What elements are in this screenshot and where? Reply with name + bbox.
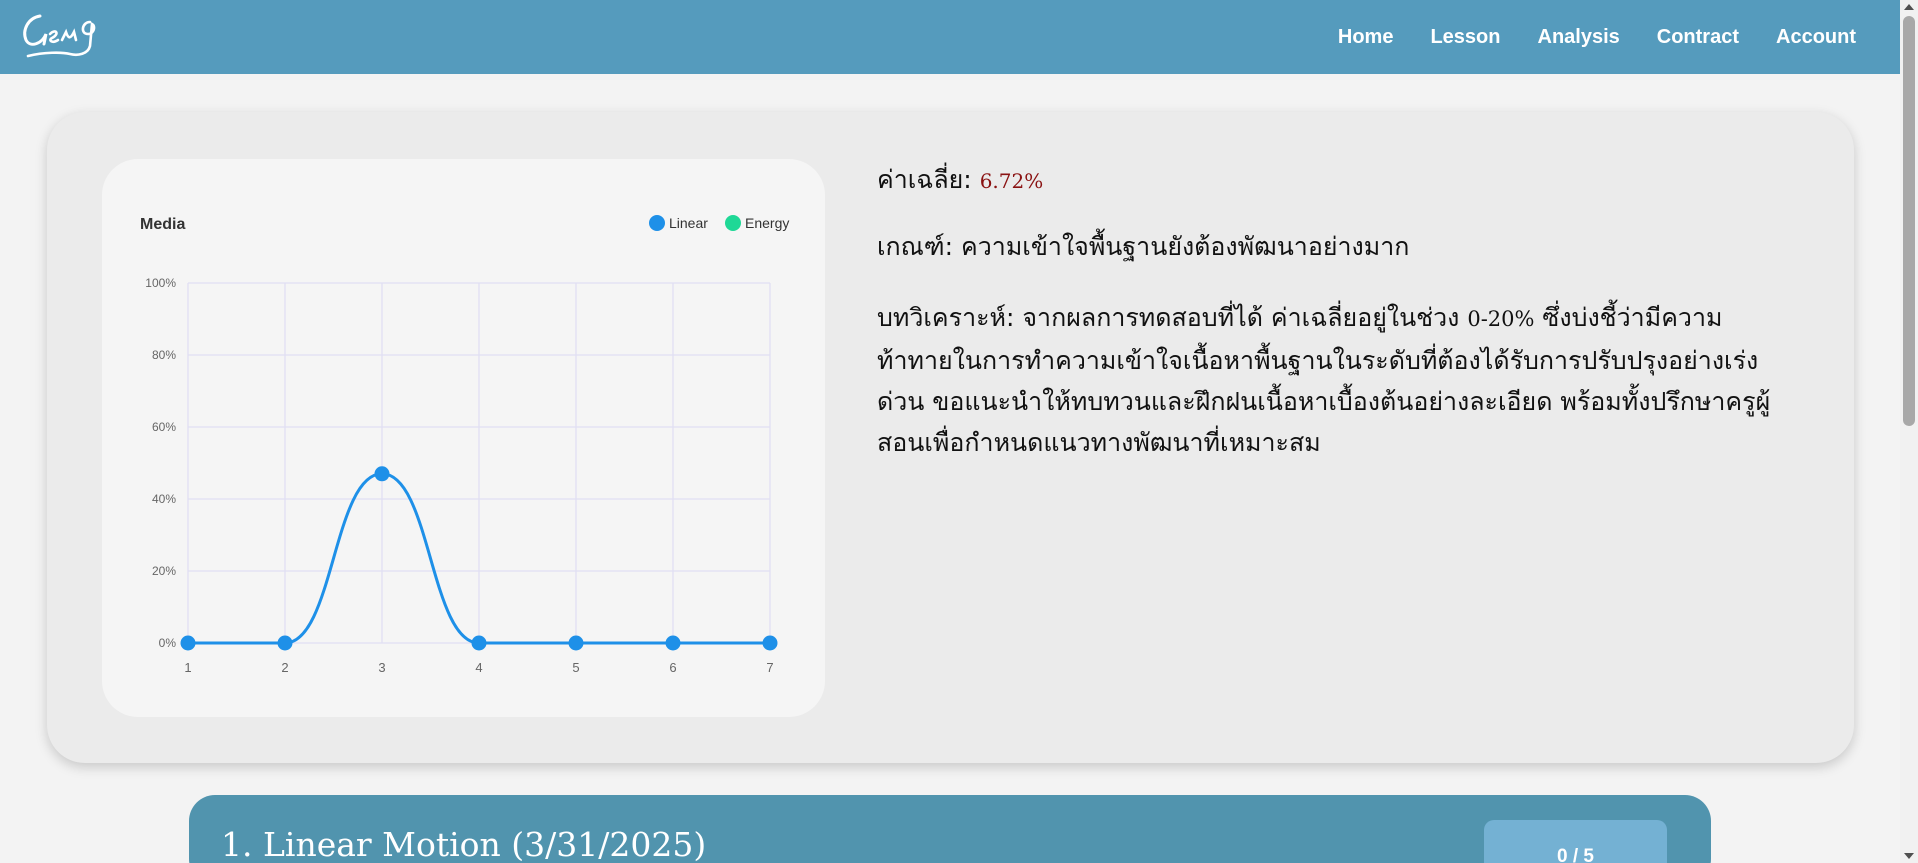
nav-home[interactable]: Home xyxy=(1338,26,1394,49)
line-chart: 0% 20% 40% 60% 80% 100% 1 2 3 4 5 6 7 Media Linear En… xyxy=(140,215,789,675)
nav-contract[interactable]: Contract xyxy=(1657,26,1739,49)
legend-marker-linear xyxy=(649,215,665,231)
x-tick-label: 5 xyxy=(572,660,579,675)
data-point[interactable] xyxy=(471,635,487,651)
y-tick-label: 100% xyxy=(145,276,176,290)
data-point[interactable] xyxy=(665,635,681,651)
page-scrollbar[interactable] xyxy=(1900,0,1918,863)
legend-marker-energy xyxy=(725,215,741,231)
lesson-title[interactable]: 1. Linear Motion (3/31/2025) xyxy=(221,825,706,863)
logo[interactable] xyxy=(18,4,118,64)
nav-lesson[interactable]: Lesson xyxy=(1430,26,1500,49)
data-point[interactable] xyxy=(277,635,293,651)
data-point[interactable] xyxy=(762,635,778,651)
average-row: ค่าเฉลี่ย: 6.72% xyxy=(877,160,1777,201)
analysis-range: 0-20% xyxy=(1467,307,1535,331)
criteria-text: ความเข้าใจพื้นฐานยังต้องพัฒนาอย่างมาก xyxy=(961,232,1410,261)
y-tick-label: 80% xyxy=(152,348,176,362)
data-point[interactable] xyxy=(374,466,390,482)
top-navbar: Home Lesson Analysis Contract Account xyxy=(0,0,1900,74)
analysis-paragraph: บทวิเคราะห์: จากผลการทดสอบที่ได้ ค่าเฉลี… xyxy=(877,297,1777,463)
x-tick-label: 7 xyxy=(766,660,773,675)
chart-title: Media xyxy=(140,216,185,233)
y-tick-label: 0% xyxy=(159,636,177,650)
x-tick-label: 6 xyxy=(669,660,676,675)
data-point[interactable] xyxy=(568,635,584,651)
legend-label-linear: Linear xyxy=(669,215,708,231)
scroll-up-icon[interactable] xyxy=(1904,4,1914,10)
data-point[interactable] xyxy=(180,635,196,651)
nav-analysis[interactable]: Analysis xyxy=(1538,26,1620,49)
legend-label-energy: Energy xyxy=(745,215,789,231)
scroll-thumb[interactable] xyxy=(1903,16,1915,426)
y-tick-label: 20% xyxy=(152,564,176,578)
average-label: ค่าเฉลี่ย: xyxy=(877,165,972,194)
x-tick-label: 4 xyxy=(475,660,482,675)
y-tick-label: 60% xyxy=(152,420,176,434)
score-badge: 0 / 5 xyxy=(1484,820,1667,863)
criteria-row: เกณฑ์: ความเข้าใจพื้นฐานยังต้องพัฒนาอย่า… xyxy=(877,227,1777,267)
average-value: 6.72% xyxy=(979,169,1044,193)
analysis-label: บทวิเคราะห์: xyxy=(877,303,1015,332)
analysis-text-start: จากผลการทดสอบที่ได้ ค่าเฉลี่ยอยู่ในช่วง xyxy=(1022,303,1460,332)
scroll-down-icon[interactable] xyxy=(1904,853,1914,859)
summary-panel: ค่าเฉลี่ย: 6.72% เกณฑ์: ความเข้าใจพื้นฐา… xyxy=(877,160,1777,463)
lesson-card[interactable]: 1. Linear Motion (3/31/2025) 0 / 5 xyxy=(189,795,1711,863)
analysis-card: 0% 20% 40% 60% 80% 100% 1 2 3 4 5 6 7 Media Linear En… xyxy=(47,112,1854,763)
chart-container: 0% 20% 40% 60% 80% 100% 1 2 3 4 5 6 7 Media Linear En… xyxy=(102,159,825,717)
x-tick-label: 2 xyxy=(281,660,288,675)
x-tick-label: 1 xyxy=(184,660,191,675)
main-nav: Home Lesson Analysis Contract Account xyxy=(1338,0,1856,74)
criteria-label: เกณฑ์: xyxy=(877,232,954,261)
nav-account[interactable]: Account xyxy=(1776,26,1856,49)
x-tick-label: 3 xyxy=(378,660,385,675)
y-tick-label: 40% xyxy=(152,492,176,506)
